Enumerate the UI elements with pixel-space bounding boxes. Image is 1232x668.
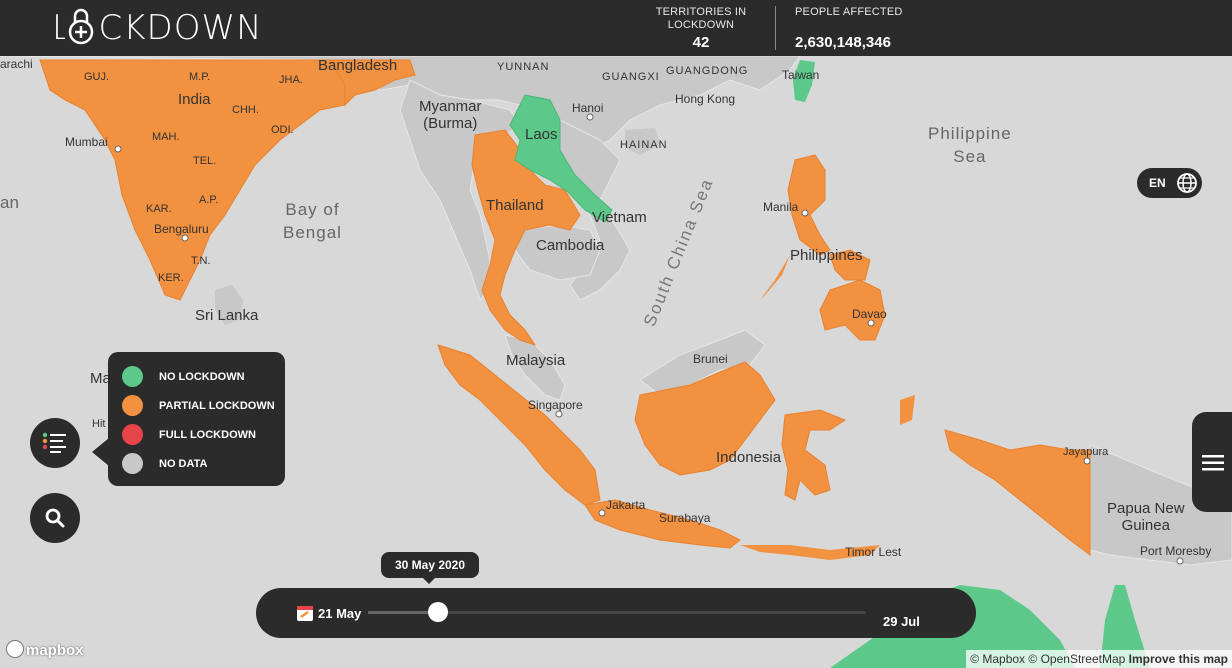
label-gujarat: GUJ. <box>84 71 110 83</box>
land-palawan <box>755 255 790 305</box>
attribution-mapbox-link[interactable]: © Mapbox <box>970 652 1025 666</box>
current-date-tooltip: 30 May 2020 <box>381 552 479 578</box>
label-myanmar: Myanmar (Burma) <box>419 98 482 132</box>
label-manila: Manila <box>763 200 799 214</box>
label-bay-of-bengal: Bay of Bengal <box>283 200 342 242</box>
label-thailand: Thailand <box>486 197 544 214</box>
timeline-thumb[interactable] <box>427 602 448 622</box>
legend-dot-full-lockdown <box>122 424 143 445</box>
label-fragment-hit: Hit <box>92 418 106 430</box>
legend-dot-partial-lockdown <box>122 395 143 416</box>
label-jayapura: Jayapura <box>1063 446 1109 458</box>
label-india: India <box>178 91 211 108</box>
label-port-moresby: Port Moresby <box>1140 544 1212 558</box>
mapbox-logo-mark <box>6 640 24 658</box>
timeline-bar: 21 May 29 Jul <box>256 588 976 638</box>
territories-label-line2: LOCKDOWN <box>667 19 735 31</box>
timeline-end-date: 29 Jul <box>883 614 920 629</box>
territories-stat: TERRITORIES IN LOCKDOWN 42 <box>652 6 750 51</box>
attribution-improve-link[interactable]: Improve this map <box>1129 652 1228 666</box>
label-odisha: ODI. <box>271 124 294 136</box>
legend-label-no-data: NO DATA <box>159 458 208 470</box>
label-hanoi: Hanoi <box>572 101 604 115</box>
label-indonesia: Indonesia <box>716 449 782 466</box>
label-tamil-nadu: T.N. <box>191 255 211 267</box>
label-malaysia: Malaysia <box>506 352 566 369</box>
map-canvas[interactable]: arachi GUJ. M.P. JHA. Bangladesh YUNNAN … <box>0 0 1232 668</box>
attribution-osm-link[interactable]: © OpenStreetMap <box>1028 652 1125 666</box>
label-arabian-sea-fragment: an <box>0 193 19 212</box>
label-maharashtra: MAH. <box>152 131 180 143</box>
label-singapore: Singapore <box>528 398 583 412</box>
legend-dot-no-data <box>122 453 143 474</box>
label-jakarta: Jakarta <box>606 498 646 512</box>
land-sumatra <box>437 344 601 506</box>
label-taiwan: Taiwan <box>782 68 820 82</box>
label-andhra-pradesh: A.P. <box>199 194 219 206</box>
label-brunei: Brunei <box>693 352 728 366</box>
search-icon <box>45 508 65 528</box>
people-label: PEOPLE AFFECTED <box>795 6 903 18</box>
territories-label-line1: TERRITORIES IN <box>655 6 747 18</box>
header-divider <box>775 6 776 50</box>
label-kerala: KER. <box>158 272 184 284</box>
people-stat: PEOPLE AFFECTED 2,630,148,346 <box>795 6 903 51</box>
globe-icon <box>1177 173 1197 193</box>
label-guangxi: GUANGXI <box>602 71 660 83</box>
map-attribution: © Mapbox © OpenStreetMap Improve this ma… <box>966 650 1232 668</box>
territories-value: 42 <box>692 34 710 51</box>
land-maluku <box>900 395 960 445</box>
label-madhya-pradesh: M.P. <box>189 71 211 83</box>
mapbox-logo[interactable]: mapbox <box>6 640 84 659</box>
label-guangdong: GUANGDONG <box>666 65 749 77</box>
app-logo[interactable]: LOCKDOWN <box>52 6 263 48</box>
label-timor-leste: Timor Lest <box>845 545 902 559</box>
tooltip-pointer <box>422 577 436 584</box>
header-bar: LOCKDOWN TERRITORIES IN LOCKDOWN 42 PEOP… <box>0 0 1232 56</box>
land-sulawesi <box>781 409 847 501</box>
label-yunnan: YUNNAN <box>497 61 550 73</box>
label-hong-kong: Hong Kong <box>675 92 736 106</box>
legend-label-partial-lockdown: PARTIAL LOCKDOWN <box>159 400 275 412</box>
side-menu-button[interactable] <box>1192 412 1232 512</box>
label-jharkhand: JHA. <box>279 74 303 86</box>
people-value: 2,630,148,346 <box>795 34 891 51</box>
label-davao: Davao <box>852 307 887 321</box>
calendar-icon[interactable] <box>296 604 314 622</box>
label-papua-new-guinea: Papua New Guinea <box>1107 500 1185 534</box>
legend-dot-no-lockdown <box>122 366 143 387</box>
legend-pointer <box>92 438 109 466</box>
label-chhattisgarh: CHH. <box>232 104 259 116</box>
label-sri-lanka: Sri Lanka <box>195 307 259 324</box>
label-bengaluru: Bengaluru <box>154 222 209 236</box>
label-karnataka: KAR. <box>146 203 172 215</box>
label-cambodia: Cambodia <box>536 237 605 254</box>
label-karachi: arachi <box>0 57 33 71</box>
hamburger-icon <box>1202 455 1224 471</box>
label-philippines: Philippines <box>790 247 863 264</box>
search-button[interactable] <box>30 493 80 543</box>
legend-panel: NO LOCKDOWN PARTIAL LOCKDOWN FULL LOCKDO… <box>108 352 285 486</box>
label-laos: Laos <box>525 126 558 143</box>
language-toggle[interactable]: EN <box>1137 168 1202 198</box>
legend-toggle-button[interactable] <box>30 418 80 468</box>
legend-label-full-lockdown: FULL LOCKDOWN <box>159 429 256 441</box>
list-icon <box>42 432 66 454</box>
label-surabaya: Surabaya <box>659 511 711 525</box>
label-philippine-sea: Philippine Sea <box>928 124 1012 166</box>
label-hainan: HAINAN <box>620 139 668 151</box>
label-telangana: TEL. <box>193 155 217 167</box>
label-mumbai: Mumbai <box>65 135 108 149</box>
legend-label-no-lockdown: NO LOCKDOWN <box>159 371 245 383</box>
label-bangladesh: Bangladesh <box>318 57 398 74</box>
timeline-start-date: 21 May <box>318 606 362 621</box>
language-code: EN <box>1149 176 1166 190</box>
mapbox-logo-text: mapbox <box>26 642 84 659</box>
padlock-icon <box>65 6 97 46</box>
label-vietnam: Vietnam <box>592 209 647 226</box>
